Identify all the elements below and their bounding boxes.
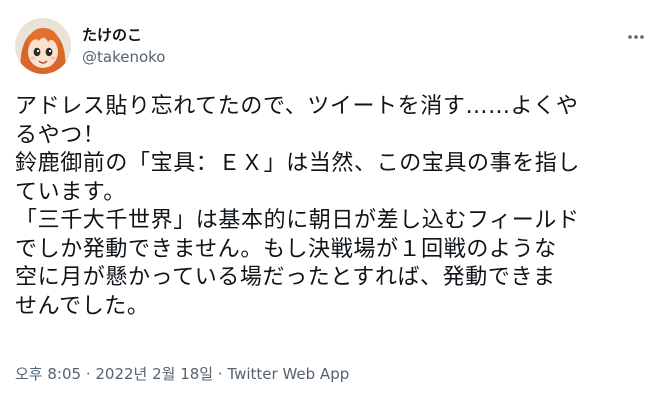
tweet-text-line: るやつ！ <box>15 122 106 148</box>
tweet-text-line: 空に月が懸かっている場だったとすれば、発動できま <box>15 265 556 290</box>
tweet-text-line: ています。 <box>15 179 126 205</box>
tweet-text: アドレス貼り忘れてたので、ツイートを消す……よくや るやつ！ 鈴鹿御前の「宝具：… <box>15 93 655 321</box>
tweet-text-line: アドレス貼り忘れてたので、ツイートを消す……よくや <box>15 94 579 119</box>
more-dots-icon <box>628 35 644 39</box>
tweet-text-line: でしか発動できません。もし決戦場が１回戦のような <box>15 236 557 262</box>
tweet-text-line: 鈴鹿御前の「宝具：ＥＸ」は当然、この宝具の事を指し <box>15 151 581 176</box>
tweet-text-line: せんでした。 <box>15 293 150 319</box>
tweet-meta: 오후 8:05 · 2022년 2월 18일 · Twitter Web App <box>15 363 349 384</box>
anime-avatar-icon <box>15 18 71 74</box>
more-options-button[interactable] <box>619 20 653 54</box>
tweet-source-link[interactable]: Twitter Web App <box>227 365 349 383</box>
meta-separator: · <box>213 365 228 383</box>
tweet-card: たけのこ @takenoko アドレス貼り忘れてたので、ツイートを消す……よくや… <box>0 0 665 400</box>
display-name[interactable]: たけのこ <box>82 24 142 45</box>
avatar[interactable] <box>15 18 71 74</box>
tweet-timestamp[interactable]: 오후 8:05 · 2022년 2월 18일 <box>15 365 213 383</box>
user-handle[interactable]: @takenoko <box>82 48 165 66</box>
tweet-text-line: 「三千大千世界」は基本的に朝日が差し込むフィールド <box>15 208 580 233</box>
